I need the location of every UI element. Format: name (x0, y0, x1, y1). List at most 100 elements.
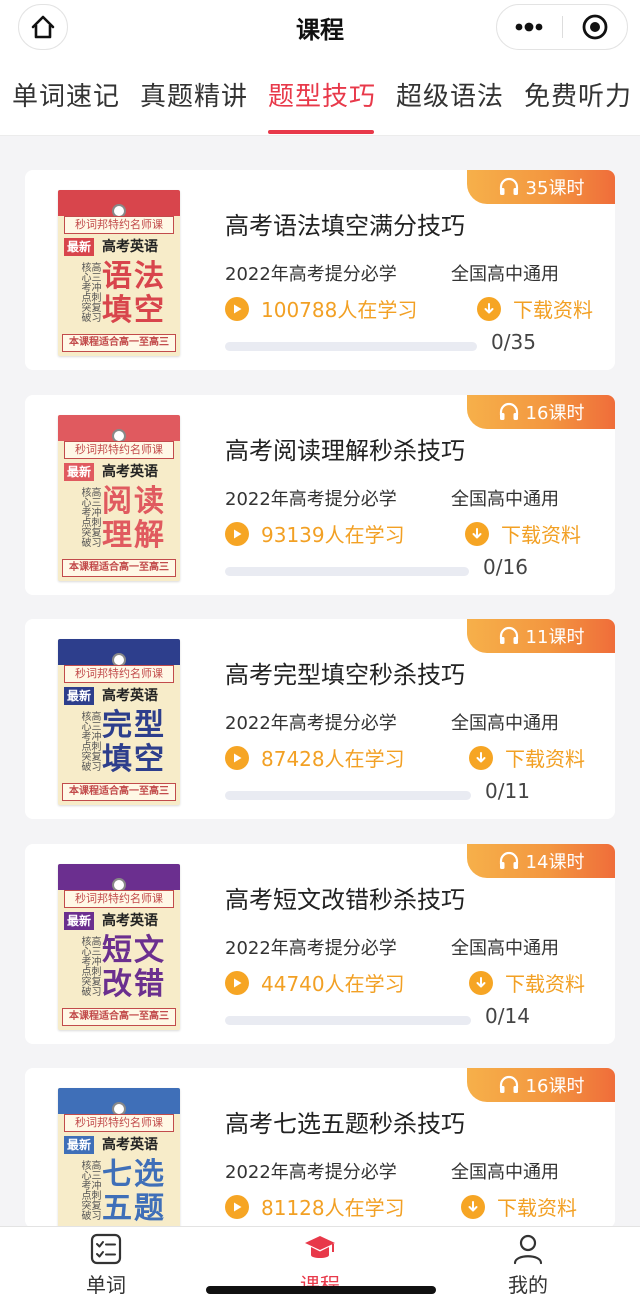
tab-free-listening[interactable]: 免费听力 (524, 76, 632, 113)
lessons-count: 16课时 (525, 1076, 585, 1097)
play-icon (225, 745, 249, 770)
cover-footer: 本课程适合高一至高三 (62, 559, 176, 577)
cover-brand: 秒词邦特约名师课 (64, 441, 174, 459)
download-text: 下载资料 (505, 972, 585, 996)
lessons-count: 16课时 (525, 403, 585, 424)
download-icon (477, 296, 501, 321)
download-text: 下载资料 (513, 298, 593, 322)
graduation-cap-icon (305, 1236, 335, 1258)
category-tabs: 单词速记 真题精讲 题型技巧 超级语法 免费听力 (0, 54, 640, 136)
course-scope: 全国高中通用 (451, 938, 559, 959)
nav-profile[interactable]: 我的 (468, 1233, 588, 1298)
learners-text: 81128人在学习 (261, 1196, 405, 1220)
progress-text: 0/35 (491, 330, 536, 354)
lessons-count: 35课时 (525, 178, 585, 199)
home-indicator (206, 1286, 436, 1294)
lessons-count: 11课时 (525, 627, 585, 648)
nav-words-label: 单词 (86, 1273, 126, 1297)
course-scope: 全国高中通用 (451, 713, 559, 734)
learners-text: 93139人在学习 (261, 523, 405, 547)
lessons-badge: 14课时 (467, 844, 615, 878)
download-icon (469, 745, 493, 770)
play-icon (225, 296, 249, 321)
cover-footer: 本课程适合高一至高三 (62, 1008, 176, 1026)
download-text: 下载资料 (497, 1196, 577, 1220)
course-cover-image: 秒词邦特约名师课 最新 高考英语 核心考点突破 高三冲刺复习 语法填空 本课程适… (58, 190, 180, 356)
download-materials-button[interactable]: 下载资料 (461, 1192, 577, 1221)
nav-profile-label: 我的 (508, 1273, 548, 1297)
cover-title: 阅读理解 (102, 484, 166, 553)
course-title: 高考七选五题秒杀技巧 (225, 1110, 465, 1138)
lessons-badge: 16课时 (467, 395, 615, 429)
cover-new-tag: 最新 (64, 1136, 95, 1154)
course-cover-image: 秒词邦特约名师课 最新 高考英语 核心考点突破 高三冲刺复习 七选五题 本课程适… (58, 1088, 180, 1228)
learners-text: 87428人在学习 (261, 747, 405, 771)
progress-text: 0/16 (483, 555, 528, 579)
cover-title: 短文改错 (102, 933, 166, 1002)
cover-title: 七选五题 (102, 1157, 166, 1226)
progress-bar (225, 791, 471, 800)
cover-subject: 高考英语 (102, 913, 158, 929)
lessons-count: 14课时 (525, 852, 585, 873)
close-button[interactable] (563, 5, 628, 49)
tab-grammar[interactable]: 超级语法 (396, 76, 504, 113)
cover-new-tag: 最新 (64, 912, 95, 930)
cover-title: 语法填空 (102, 259, 166, 328)
lessons-badge: 11课时 (467, 619, 615, 653)
tab-question-skills[interactable]: 题型技巧 (268, 76, 376, 113)
cover-new-tag: 最新 (64, 238, 95, 256)
download-icon (461, 1194, 485, 1219)
course-scope: 全国高中通用 (451, 1162, 559, 1183)
cover-side-text-2: 高三冲刺复习 (89, 936, 100, 996)
course-card[interactable]: 16课时 秒词邦特约名师课 最新 高考英语 核心考点突破 高三冲刺复习 阅读理解… (25, 395, 615, 595)
home-icon (31, 15, 55, 39)
course-card[interactable]: 16课时 秒词邦特约名师课 最新 高考英语 核心考点突破 高三冲刺复习 七选五题… (25, 1068, 615, 1228)
cover-footer: 本课程适合高一至高三 (62, 334, 176, 352)
cover-subject: 高考英语 (102, 464, 158, 480)
download-icon (465, 521, 489, 546)
cover-subject: 高考英语 (102, 688, 158, 704)
tab-past-papers[interactable]: 真题精讲 (140, 76, 248, 113)
download-text: 下载资料 (505, 747, 585, 771)
more-button[interactable] (497, 5, 562, 49)
progress-text: 0/11 (485, 779, 530, 803)
download-materials-button[interactable]: 下载资料 (465, 519, 581, 548)
course-card[interactable]: 35课时 秒词邦特约名师课 最新 高考英语 核心考点突破 高三冲刺复习 语法填空… (25, 170, 615, 370)
learners-count: 93139人在学习 (225, 519, 405, 548)
tab-vocabulary[interactable]: 单词速记 (12, 76, 120, 113)
cover-side-text-2: 高三冲刺复习 (89, 1160, 100, 1220)
cover-new-tag: 最新 (64, 687, 95, 705)
play-icon (225, 1194, 249, 1219)
download-materials-button[interactable]: 下载资料 (469, 968, 585, 997)
cover-side-text-2: 高三冲刺复习 (89, 262, 100, 322)
nav-words[interactable]: 单词 (46, 1233, 166, 1298)
active-tab-indicator (268, 130, 374, 134)
headphones-icon (499, 626, 518, 644)
cover-subject: 高考英语 (102, 239, 158, 255)
headphones-icon (499, 1075, 518, 1093)
course-title: 高考短文改错秒杀技巧 (225, 886, 465, 914)
download-materials-button[interactable]: 下载资料 (469, 743, 585, 772)
course-title: 高考完型填空秒杀技巧 (225, 661, 465, 689)
course-scope: 全国高中通用 (451, 489, 559, 510)
cover-title: 完型填空 (102, 708, 166, 777)
course-title: 高考阅读理解秒杀技巧 (225, 437, 465, 465)
cover-brand: 秒词邦特约名师课 (64, 890, 174, 908)
cover-subject: 高考英语 (102, 1137, 158, 1153)
course-card[interactable]: 14课时 秒词邦特约名师课 最新 高考英语 核心考点突破 高三冲刺复习 短文改错… (25, 844, 615, 1044)
course-title: 高考语法填空满分技巧 (225, 212, 465, 240)
course-subtitle: 2022年高考提分必学 (225, 938, 397, 959)
target-close-icon (582, 14, 608, 40)
download-icon (469, 970, 493, 995)
progress-bar (225, 1016, 471, 1025)
download-materials-button[interactable]: 下载资料 (477, 294, 593, 323)
lessons-badge: 16课时 (467, 1068, 615, 1102)
progress-text: 0/14 (485, 1004, 530, 1028)
course-cover-image: 秒词邦特约名师课 最新 高考英语 核心考点突破 高三冲刺复习 完型填空 本课程适… (58, 639, 180, 805)
course-card[interactable]: 11课时 秒词邦特约名师课 最新 高考英语 核心考点突破 高三冲刺复习 完型填空… (25, 619, 615, 819)
cover-new-tag: 最新 (64, 463, 95, 481)
download-text: 下载资料 (501, 523, 581, 547)
more-dots-icon (515, 22, 543, 32)
mini-program-capsule (496, 4, 628, 50)
home-button[interactable] (18, 4, 68, 50)
